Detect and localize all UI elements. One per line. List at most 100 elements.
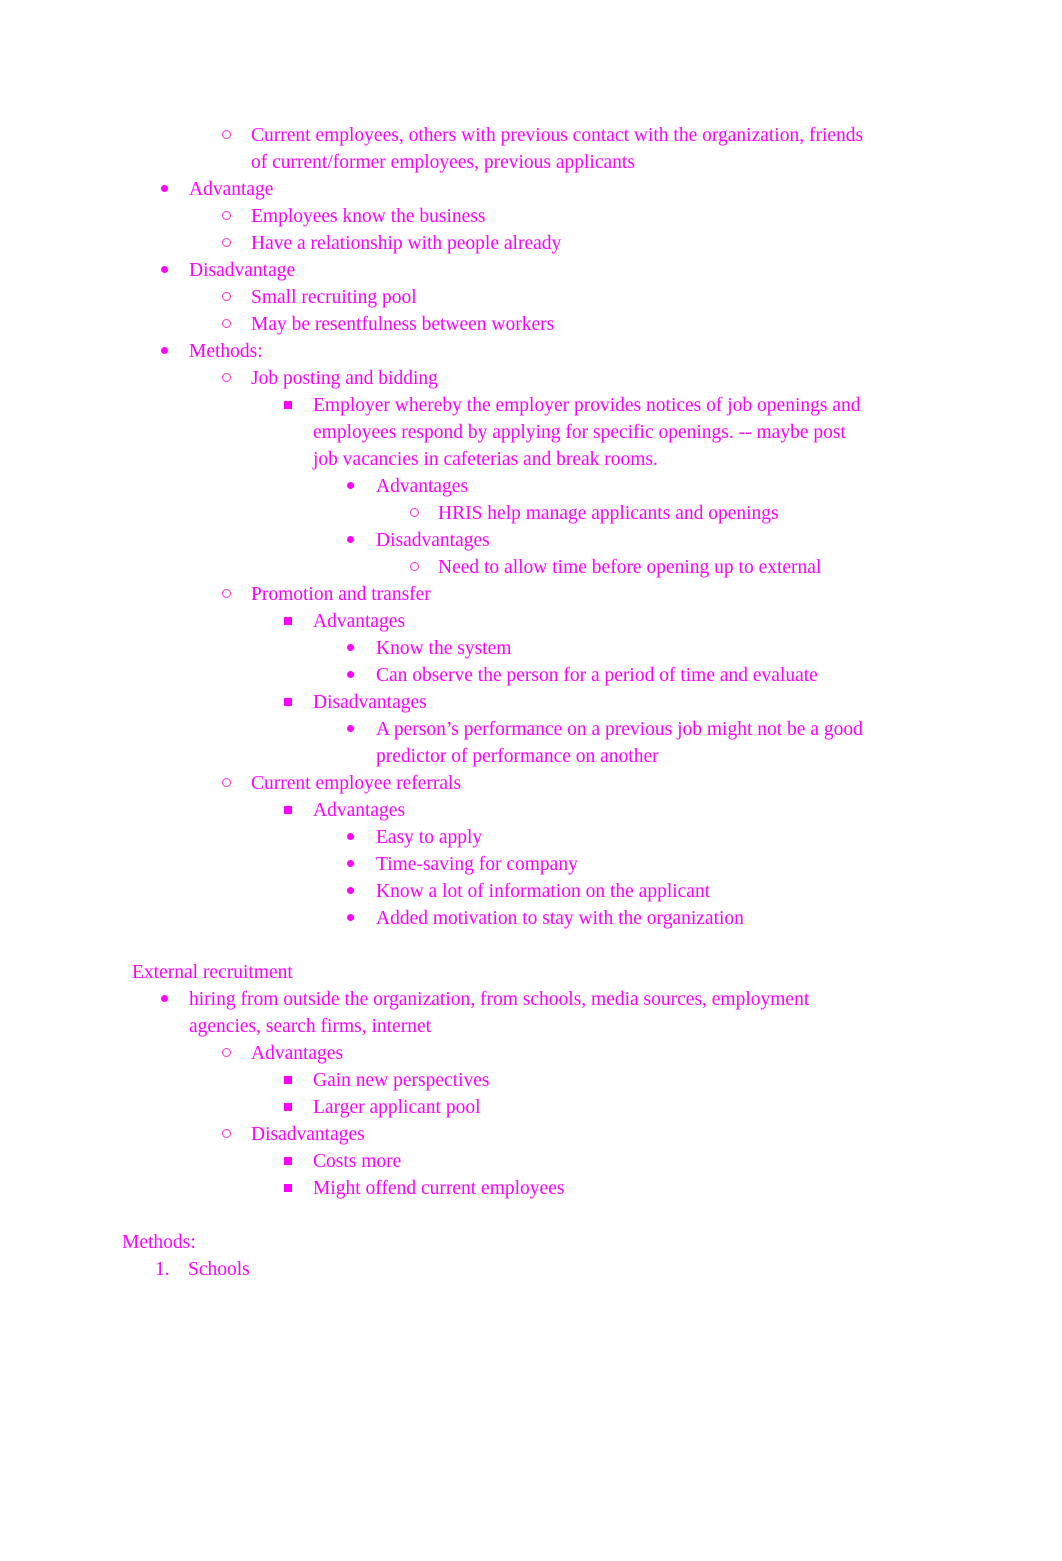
outline-item-text: Easy to apply (376, 827, 483, 848)
outline-item-text: Disadvantage (189, 260, 296, 281)
outline-item: Know the system (347, 635, 1062, 662)
outline-item: Disadvantage (161, 257, 1062, 284)
bullet-circle-icon (222, 770, 250, 797)
outline-item-text: Disadvantages (313, 692, 427, 713)
outline-item-text: hiring from outside the organization, fr… (189, 989, 810, 1037)
bullet-disc-icon (161, 338, 189, 365)
outline-item: Can observe the person for a period of t… (347, 662, 1062, 689)
outline-item-text: Job posting and bidding (251, 368, 438, 389)
bullet-square-icon (284, 1175, 312, 1202)
bullet-disc-icon (347, 635, 375, 662)
bullet-disc-icon (347, 527, 375, 554)
outline-item-text: Time-saving for company (376, 854, 578, 875)
outline-item: Promotion and transfer (222, 581, 1062, 608)
outline-item: Employer whereby the employer provides n… (284, 392, 1062, 473)
outline-item-text: Methods: (189, 341, 263, 362)
bullet-circle-icon (222, 365, 250, 392)
bullet-disc-icon (161, 176, 189, 203)
bullet-square-icon (284, 1094, 312, 1121)
outline-item-text: Advantages (313, 800, 406, 821)
outline-item-text: Added motivation to stay with the organi… (376, 908, 744, 929)
bullet-circle-icon (410, 554, 438, 581)
outline-item-text: Small recruiting pool (251, 287, 417, 308)
outline-item-text: Current employee referrals (251, 773, 462, 794)
outline-item-text: Current employees, others with previous … (251, 125, 864, 173)
list-number: 1. (155, 1259, 170, 1280)
outline-item-text: Can observe the person for a period of t… (376, 665, 818, 686)
outline-item: Need to allow time before opening up to … (410, 554, 1062, 581)
document-page: Current employees, others with previous … (0, 0, 1062, 1561)
outline-item-text: Employer whereby the employer provides n… (313, 395, 861, 470)
outline-item: A person’s performance on a previous job… (347, 716, 1062, 770)
outline-item-text: Costs more (313, 1151, 402, 1172)
bullet-circle-icon (222, 1040, 250, 1067)
bullet-square-icon (284, 1148, 312, 1175)
outline-item: Costs more (284, 1148, 1062, 1175)
outline-item-text: Promotion and transfer (251, 584, 431, 605)
outline-item-text: Have a relationship with people already (251, 233, 562, 254)
bullet-circle-icon (222, 203, 250, 230)
bullet-circle-icon (222, 1121, 250, 1148)
outline-item: Gain new perspectives (284, 1067, 1062, 1094)
outline-item-text: Larger applicant pool (313, 1097, 481, 1118)
outline-item: Current employees, others with previous … (222, 122, 1062, 176)
outline-item-text: A person’s performance on a previous job… (376, 719, 863, 767)
outline-item: Disadvantages (284, 689, 1062, 716)
bullet-disc-icon (161, 986, 189, 1013)
outline-item: HRIS help manage applicants and openings (410, 500, 1062, 527)
outline-item: May be resentfulness between workers (222, 311, 1062, 338)
bullet-disc-icon (347, 716, 375, 743)
outline-item: Disadvantages (347, 527, 1062, 554)
outline-item-text: Gain new perspectives (313, 1070, 490, 1091)
methods-heading: Methods: (122, 1232, 196, 1253)
external-recruitment-section: External recruitment hiring from outside… (0, 959, 1062, 1202)
outline-item-text: Advantages (251, 1043, 344, 1064)
outline-item: Easy to apply (347, 824, 1062, 851)
outline-item: Small recruiting pool (222, 284, 1062, 311)
outline-item: Added motivation to stay with the organi… (347, 905, 1062, 932)
outline-item-text: Know a lot of information on the applica… (376, 881, 711, 902)
outline-item: Advantages (284, 608, 1062, 635)
methods-section: Methods: 1. Schools (0, 1229, 1062, 1283)
bullet-circle-icon (222, 284, 250, 311)
outline-item-text: Employees know the business (251, 206, 486, 227)
bullet-disc-icon (347, 878, 375, 905)
bullet-disc-icon (347, 662, 375, 689)
bullet-disc-icon (347, 473, 375, 500)
outline-item: Larger applicant pool (284, 1094, 1062, 1121)
outline-item: Have a relationship with people already (222, 230, 1062, 257)
bullet-circle-icon (222, 122, 250, 149)
internal-recruitment-outline: Current employees, others with previous … (0, 122, 1062, 932)
outline-item: Current employee referrals (222, 770, 1062, 797)
numbered-list-item: 1. Schools (155, 1256, 1062, 1283)
outline-item-text: Advantage (189, 179, 274, 200)
outline-item-text: Advantages (313, 611, 406, 632)
outline-item: Time-saving for company (347, 851, 1062, 878)
outline-item-text: Advantages (376, 476, 469, 497)
bullet-square-icon (284, 797, 312, 824)
outline-item: Advantages (284, 797, 1062, 824)
outline-item-methods: Methods: (161, 338, 1062, 365)
bullet-circle-icon (222, 311, 250, 338)
outline-item-text: HRIS help manage applicants and openings (438, 503, 779, 524)
outline-item: hiring from outside the organization, fr… (161, 986, 1062, 1040)
bullet-circle-icon (410, 500, 438, 527)
outline-item-text: Disadvantages (251, 1124, 365, 1145)
bullet-disc-icon (347, 905, 375, 932)
bullet-disc-icon (161, 257, 189, 284)
numbered-item-text: Schools (188, 1259, 250, 1280)
outline-item: Disadvantages (222, 1121, 1062, 1148)
outline-item-text: Need to allow time before opening up to … (438, 557, 822, 578)
bullet-disc-icon (347, 824, 375, 851)
outline-item: Might offend current employees (284, 1175, 1062, 1202)
outline-item-text: Know the system (376, 638, 512, 659)
bullet-circle-icon (222, 581, 250, 608)
bullet-square-icon (284, 392, 312, 419)
bullet-square-icon (284, 1067, 312, 1094)
bullet-circle-icon (222, 230, 250, 257)
bullet-disc-icon (347, 851, 375, 878)
outline-item-text: May be resentfulness between workers (251, 314, 555, 335)
outline-item-text: Might offend current employees (313, 1178, 565, 1199)
